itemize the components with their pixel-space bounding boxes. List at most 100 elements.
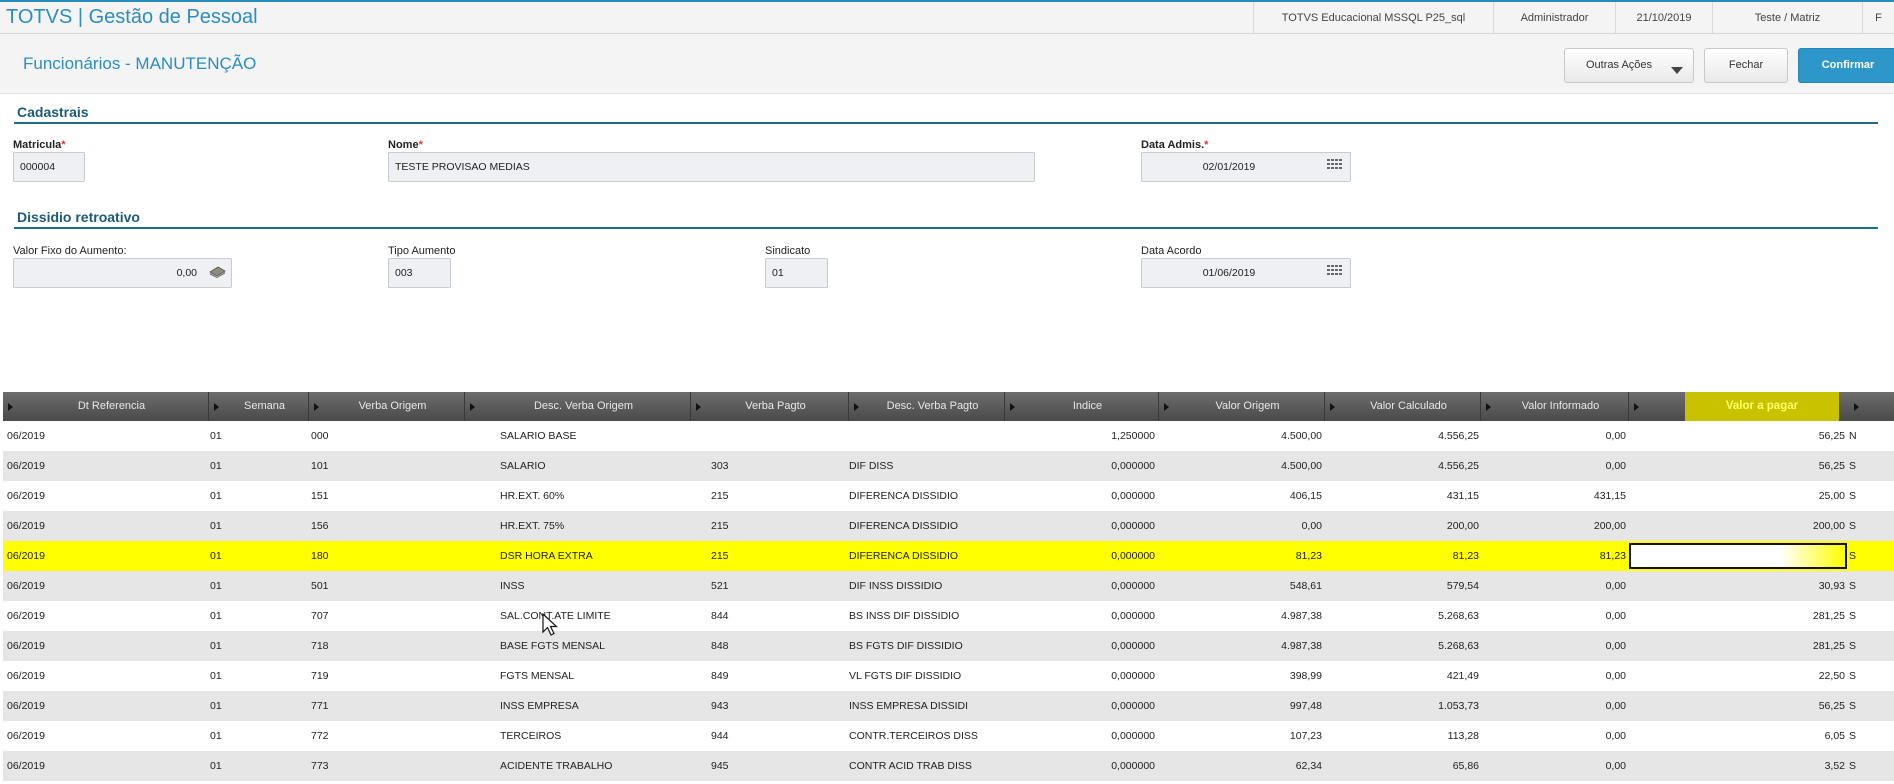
sort-arrow-icon[interactable] xyxy=(1164,403,1169,411)
valor-fixo-value: 0,00 xyxy=(176,267,197,279)
data-acordo-field[interactable]: 01/06/2019 xyxy=(1141,258,1351,288)
table-cell: 01 xyxy=(210,460,222,472)
column-header[interactable]: Desc. Verba Pagto xyxy=(861,392,1005,421)
table-cell: DIF DISS xyxy=(849,460,894,472)
sort-arrow-icon[interactable] xyxy=(470,403,475,411)
table-row[interactable]: 06/2019 01 707 SAL.CONT.ATE LIMITE 844 BS INS… xyxy=(3,601,1894,631)
table-cell: 06/2019 xyxy=(7,640,45,652)
table-row[interactable]: 06/2019 01 719 FGTS MENSAL 849 VL FGTS DIF DI… xyxy=(3,661,1894,691)
column-header[interactable]: Indice xyxy=(1017,392,1159,421)
table-cell: 200,00 xyxy=(1446,520,1479,532)
sort-arrow-icon[interactable] xyxy=(854,403,859,411)
date-info[interactable]: 21/10/2019 xyxy=(1615,2,1712,34)
column-header[interactable]: Valor Calculado xyxy=(1337,392,1481,421)
data-admis-value: 02/01/2019 xyxy=(1202,161,1256,173)
table-cell: 0,00 xyxy=(1605,460,1626,472)
close-button[interactable]: Fechar xyxy=(1704,48,1788,83)
table-cell: 849 xyxy=(711,670,729,682)
table-cell: 0,00 xyxy=(1605,670,1626,682)
environment-info[interactable]: TOTVS Educacional MSSQL P25_sql xyxy=(1253,2,1493,34)
column-header[interactable]: Dt Referencia xyxy=(15,392,209,421)
data-acordo-label: Data Acordo xyxy=(1141,245,1202,257)
confirm-button[interactable]: Confirmar xyxy=(1798,48,1894,83)
table-cell: 0,00 xyxy=(1605,700,1626,712)
sort-arrow-icon[interactable] xyxy=(1854,403,1859,411)
sort-arrow-icon[interactable] xyxy=(696,403,701,411)
sindicato-field[interactable]: 01 xyxy=(765,258,828,288)
column-header[interactable]: Verba Origem xyxy=(321,392,465,421)
calendar-icon[interactable] xyxy=(1327,265,1343,279)
table-cell: 06/2019 xyxy=(7,550,45,562)
table-cell: 81,23 xyxy=(1452,550,1479,562)
table-cell: S xyxy=(1849,700,1857,712)
table-cell: 0,00 xyxy=(1301,520,1322,532)
chevron-down-icon xyxy=(1671,67,1683,74)
table-cell: 06/2019 xyxy=(7,460,45,472)
table-cell: 06/2019 xyxy=(7,610,45,622)
sort-arrow-icon[interactable] xyxy=(314,403,319,411)
column-header[interactable]: Verba Pagto xyxy=(703,392,849,421)
table-row[interactable]: 06/2019 01 773 ACIDENTE TRABALHO 945 CONTR AC… xyxy=(3,751,1894,781)
table-row[interactable]: 06/2019 01 101 SALARIO 303 DIF DISS 0,000000 4.… xyxy=(3,451,1894,481)
table-cell: 5.268,63 xyxy=(1438,610,1479,622)
sort-arrow-icon[interactable] xyxy=(1486,403,1491,411)
table-cell: 56,25 xyxy=(1818,700,1845,712)
grid-header: Dt Referencia Semana Verba Origem Desc. Ver… xyxy=(3,392,1894,421)
data-admis-field[interactable]: 02/01/2019 xyxy=(1141,152,1351,182)
sort-arrow-icon[interactable] xyxy=(214,403,219,411)
table-cell: 944 xyxy=(711,730,729,742)
money-icon[interactable] xyxy=(208,266,226,278)
nome-field[interactable]: TESTE PROVISAO MEDIAS xyxy=(388,152,1035,182)
table-cell: 997,48 xyxy=(1289,700,1322,712)
table-cell: CONTR.TERCEIROS DISS xyxy=(849,730,978,742)
table-row[interactable]: 06/2019 01 718 BASE FGTS MENSAL 848 BS FGTS D… xyxy=(3,631,1894,661)
table-row[interactable]: 06/2019 01 000 SALARIO BASE 1,250000 4.500,00… xyxy=(3,421,1894,451)
column-header[interactable]: Valor Origem xyxy=(1171,392,1325,421)
table-cell: 101 xyxy=(311,460,329,472)
table-row[interactable]: 06/2019 01 772 TERCEIROS 944 CONTR.TERCEIROS … xyxy=(3,721,1894,751)
valor-fixo-field[interactable]: 0,00 xyxy=(13,258,232,288)
calendar-icon[interactable] xyxy=(1327,159,1343,173)
more-actions-button[interactable]: Outras Ações xyxy=(1564,48,1694,83)
column-header[interactable]: Valor Informado xyxy=(1493,392,1629,421)
table-row[interactable]: 06/2019 01 156 HR.EXT. 75% 215 DIFERENCA DISS… xyxy=(3,511,1894,541)
table-cell: 4.987,38 xyxy=(1281,640,1322,652)
table-cell: 0,000000 xyxy=(1111,580,1155,592)
table-cell: 56,25 xyxy=(1818,460,1845,472)
sort-arrow-icon[interactable] xyxy=(1634,403,1639,411)
table-cell: 431,15 xyxy=(1593,490,1626,502)
table-cell: 4.500,00 xyxy=(1281,460,1322,472)
table-row[interactable]: 06/2019 01 501 INSS 521 DIF INSS DISSIDIO 0,00… xyxy=(3,571,1894,601)
branch-info[interactable]: Teste / Matriz xyxy=(1712,2,1862,34)
overflow-info[interactable]: F xyxy=(1862,2,1894,34)
sort-arrow-icon[interactable] xyxy=(1330,403,1335,411)
table-cell: 81,23 xyxy=(1295,550,1322,562)
table-cell: 156 xyxy=(311,520,329,532)
table-cell: 01 xyxy=(210,490,222,502)
tipo-aumento-field[interactable]: 003 xyxy=(388,258,451,288)
edit-cell-input[interactable] xyxy=(1629,543,1847,569)
section-title-cadastrais: Cadastrais xyxy=(17,104,89,120)
column-header[interactable]: Semana xyxy=(221,392,309,421)
page-header: Funcionários - MANUTENÇÃO Outras Ações F… xyxy=(0,34,1894,94)
table-row[interactable]: 06/2019 01 180 DSR HORA EXTRA 215 DIFERENCA D… xyxy=(3,541,1894,571)
sort-arrow-icon[interactable] xyxy=(1010,403,1015,411)
table-cell: 0,00 xyxy=(1605,430,1626,442)
table-cell: 01 xyxy=(210,640,222,652)
table-cell: HR.EXT. 75% xyxy=(500,520,565,532)
matricula-label: Matricula* xyxy=(13,139,66,151)
table-cell: 200,00 xyxy=(1593,520,1626,532)
sort-arrow-icon[interactable] xyxy=(8,403,13,411)
table-row[interactable]: 06/2019 01 771 INSS EMPRESA 943 INSS EMPRESA … xyxy=(3,691,1894,721)
table-cell: 200,00 xyxy=(1812,520,1845,532)
table-row[interactable]: 06/2019 01 151 HR.EXT. 60% 215 DIFERENCA DISS… xyxy=(3,481,1894,511)
valor-fixo-label: Valor Fixo do Aumento: xyxy=(13,245,127,257)
user-info[interactable]: Administrador xyxy=(1493,2,1615,34)
table-cell: 0,000000 xyxy=(1111,700,1155,712)
matricula-field[interactable]: 000004 xyxy=(13,152,85,182)
table-cell: 771 xyxy=(311,700,329,712)
column-header[interactable]: Desc. Verba Origem xyxy=(477,392,691,421)
table-cell: 521 xyxy=(711,580,729,592)
column-header[interactable]: Valor a pagar xyxy=(1685,392,1839,421)
table-cell: INSS xyxy=(500,580,525,592)
